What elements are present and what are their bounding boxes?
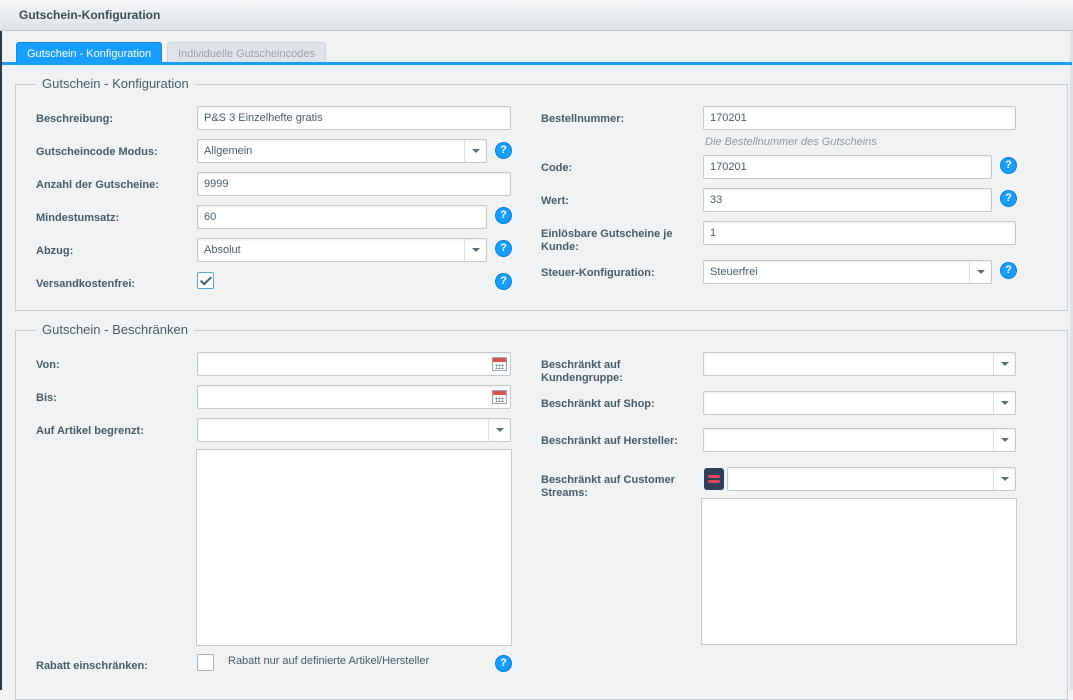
help-icon[interactable]: ? [496,208,511,223]
steuer-label: Steuer-Konfiguration: [541,267,655,279]
mindestumsatz-label: Mindestumsatz: [36,212,120,224]
chevron-down-icon[interactable] [993,392,1015,414]
anzahl-label: Anzahl der Gutscheine: [36,179,159,191]
help-icon[interactable]: ? [1001,263,1016,278]
chevron-down-icon[interactable] [464,239,486,261]
help-icon[interactable]: ? [1001,191,1016,206]
abzug-label: Abzug: [36,245,74,257]
bestellnummer-hint: Die Bestellnummer des Gutscheins [705,136,877,148]
wert-label: Wert: [541,195,569,207]
modus-label: Gutscheincode Modus: [36,146,158,158]
beschreibung-label: Beschreibung: [36,113,114,125]
bestellnummer-input[interactable]: 170201 [703,106,1016,130]
calendar-icon[interactable] [492,357,507,371]
tab-underline [2,62,1072,65]
chevron-down-icon[interactable] [488,419,510,441]
customer-stream-icon[interactable] [704,468,724,490]
rabatt-checkbox[interactable] [197,654,214,671]
modus-select[interactable]: Allgemein [197,139,487,163]
einloesbar-input[interactable]: 1 [703,221,1016,245]
chevron-down-icon[interactable] [464,140,486,162]
modus-value: Allgemein [204,145,253,157]
versandkostenfrei-label: Versandkostenfrei: [36,278,136,290]
shop-select[interactable] [703,391,1016,415]
wert-input[interactable]: 33 [703,188,992,212]
hersteller-select[interactable] [703,428,1016,452]
abzug-value: Absolut [204,244,241,256]
config-legend: Gutschein - Konfiguration [36,76,195,91]
mindestumsatz-input[interactable]: 60 [197,205,487,229]
abzug-select[interactable]: Absolut [197,238,487,262]
window-title: Gutschein-Konfiguration [19,8,161,22]
window-title-bar: Gutschein-Konfiguration [0,0,1073,31]
rabatt-checkbox-text: Rabatt nur auf definierte Artikel/Herste… [228,655,430,667]
bis-label: Bis: [36,392,57,404]
artikel-select[interactable] [197,418,511,442]
versandkostenfrei-checkbox[interactable] [197,272,214,289]
chevron-down-icon[interactable] [993,353,1015,375]
help-icon[interactable]: ? [496,274,511,289]
steuer-value: Steuerfrei [710,266,758,278]
tab-individuelle-gutscheincodes[interactable]: Individuelle Gutscheincodes [167,42,326,64]
chevron-down-icon[interactable] [993,468,1015,490]
code-input[interactable]: 170201 [703,155,992,179]
chevron-down-icon[interactable] [969,261,991,283]
help-icon[interactable]: ? [496,143,511,158]
beschreibung-input[interactable]: P&S 3 Einzelhefte gratis [197,106,511,130]
left-window-edge [0,0,2,690]
code-label: Code: [541,162,573,174]
kundengruppe-label: Beschränkt auf Kundengruppe: [541,359,623,384]
artikel-list[interactable] [196,449,512,646]
help-icon[interactable]: ? [496,656,511,671]
tab-bar: Gutschein - Konfiguration Individuelle G… [2,31,1070,66]
anzahl-input[interactable]: 9999 [197,172,511,196]
shop-label: Beschränkt auf Shop: [541,398,655,410]
tab-gutschein-konfiguration[interactable]: Gutschein - Konfiguration [16,42,163,64]
hersteller-label: Beschränkt auf Hersteller: [541,435,678,447]
von-date-input[interactable] [197,352,511,376]
bis-date-input[interactable] [197,385,511,409]
chevron-down-icon[interactable] [993,429,1015,451]
help-icon[interactable]: ? [1001,158,1016,173]
kundengruppe-select[interactable] [703,352,1016,376]
von-label: Von: [36,359,60,371]
streams-label: Beschränkt auf Customer Streams: [541,474,675,499]
streams-select[interactable] [727,467,1016,491]
rabatt-label: Rabatt einschränken: [36,660,148,672]
bestellnummer-label: Bestellnummer: [541,113,625,125]
calendar-icon[interactable] [492,390,507,404]
artikel-label: Auf Artikel begrenzt: [36,425,144,437]
restrict-legend: Gutschein - Beschränken [36,322,194,337]
help-icon[interactable]: ? [496,241,511,256]
streams-list[interactable] [701,498,1017,645]
einloesbar-label: Einlösbare Gutscheine je Kunde: [541,228,673,253]
steuer-select[interactable]: Steuerfrei [703,260,992,284]
